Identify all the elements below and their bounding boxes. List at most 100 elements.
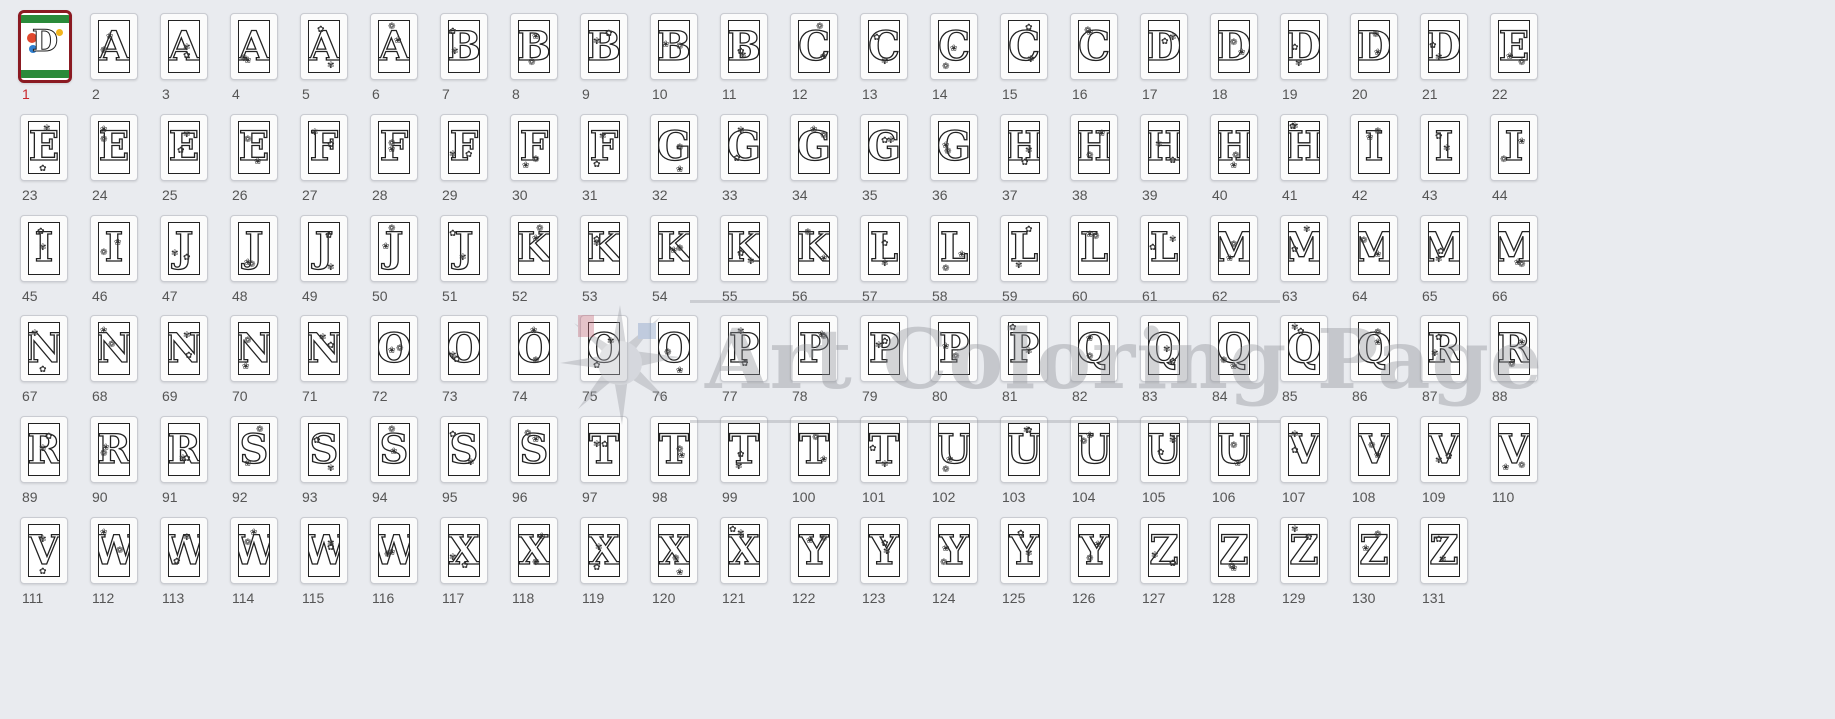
page-thumbnail[interactable]: X ✿ ✾ xyxy=(440,517,488,584)
page-thumbnail[interactable]: P ❁ ❀ xyxy=(930,315,978,383)
page-thumbnail[interactable]: Q ✾ ✿ xyxy=(1140,315,1188,383)
page-thumbnail[interactable]: H❀❁ xyxy=(1070,113,1118,181)
page-thumbnail[interactable]: L ✿ ✾ xyxy=(1140,214,1188,282)
page-thumbnail[interactable]: B ✾ ✿ xyxy=(440,13,488,80)
page-thumbnail[interactable]: L ❀ ❁ xyxy=(930,214,978,282)
page-thumbnail[interactable]: X ❀ ❁ xyxy=(510,517,558,584)
page-thumbnail[interactable]: O ✾ ✿ xyxy=(580,315,628,383)
page-thumbnail[interactable]: B ❀ ❁ xyxy=(650,13,698,80)
page-thumbnail[interactable]: N✾✿ xyxy=(300,315,348,383)
page-thumbnail[interactable]: V ✾ ✿ xyxy=(1280,416,1328,484)
page-thumbnail[interactable]: Z ✾ ✿ xyxy=(1420,517,1468,584)
page-thumbnail[interactable]: P ❀ ❁ xyxy=(790,315,838,383)
page-thumbnail[interactable]: U ❀ ❁ xyxy=(930,416,978,484)
page-thumbnail[interactable]: W✾✿ xyxy=(300,517,348,584)
page-thumbnail[interactable]: H✿✾ xyxy=(1000,113,1048,181)
page-thumbnail[interactable]: Z ✿ ✾ xyxy=(1280,517,1328,584)
page-thumbnail[interactable]: D ✾ ✿ xyxy=(1280,13,1328,80)
page-thumbnail[interactable]: C ❁ ❀ xyxy=(790,13,838,80)
page-thumbnail[interactable]: A ❀ ❁ xyxy=(90,13,138,80)
page-thumbnail[interactable]: Q ❁ ❀ xyxy=(1210,315,1258,383)
page-thumbnail[interactable]: F ❀ ❁ xyxy=(510,113,558,181)
page-thumbnail[interactable]: V ✿ ✾ xyxy=(1420,416,1468,484)
page-thumbnail[interactable]: D ❀ ❁ xyxy=(1210,13,1258,80)
page-thumbnail[interactable]: Y ❁ ❀ xyxy=(930,517,978,584)
page-thumbnail[interactable]: B ✿ ✾ xyxy=(580,13,628,80)
page-thumbnail[interactable]: O ✿ ✾ xyxy=(440,315,488,383)
page-thumbnail[interactable]: Y ❀ ❁ xyxy=(790,517,838,584)
page-thumbnail[interactable]: Z ❁ ❀ xyxy=(1210,517,1258,584)
page-thumbnail[interactable]: O ❁ ❀ xyxy=(650,315,698,383)
page-thumbnail[interactable]: R ✾ ✿ xyxy=(160,416,208,484)
cover-page-thumbnail[interactable]: D xyxy=(18,10,72,83)
page-thumbnail[interactable]: H✾✿ xyxy=(1140,113,1188,181)
page-thumbnail[interactable]: G ❁ ❀ xyxy=(650,113,698,181)
page-thumbnail[interactable]: N✾✿ xyxy=(20,315,68,383)
page-thumbnail[interactable]: S ❁ ❀ xyxy=(230,416,278,484)
page-thumbnail[interactable]: E ✿ ✾ xyxy=(160,113,208,181)
page-thumbnail[interactable]: H✿✾ xyxy=(1280,113,1328,181)
page-thumbnail[interactable]: L ❁ ❀ xyxy=(1070,214,1118,282)
page-thumbnail[interactable]: U ✿ ✾ xyxy=(1140,416,1188,484)
page-thumbnail[interactable]: W✿✾ xyxy=(160,517,208,584)
page-thumbnail[interactable]: J ❀ ❁ xyxy=(370,214,418,282)
page-thumbnail[interactable]: J ✾ ✿ xyxy=(440,214,488,282)
page-thumbnail[interactable]: S ✾ ✿ xyxy=(440,416,488,484)
page-thumbnail[interactable]: P ✿ ✾ xyxy=(720,315,768,383)
page-thumbnail[interactable]: G ✾ ✿ xyxy=(860,113,908,181)
page-thumbnail[interactable]: Q ✿ ✾ xyxy=(1280,315,1328,383)
page-thumbnail[interactable]: M❁❀ xyxy=(1350,214,1398,282)
page-thumbnail[interactable]: A ✾ ✿ xyxy=(160,13,208,80)
page-thumbnail[interactable]: F ✿ ✾ xyxy=(440,113,488,181)
page-thumbnail[interactable]: L ✿ ✾ xyxy=(860,214,908,282)
page-thumbnail[interactable]: C ✾ ✿ xyxy=(1000,13,1048,80)
page-thumbnail[interactable]: K ❁ ❀ xyxy=(790,214,838,282)
page-thumbnail[interactable]: B ✾ ✿ xyxy=(720,13,768,80)
page-thumbnail[interactable]: S ❁ ❀ xyxy=(510,416,558,484)
page-thumbnail[interactable]: K ❁ ❀ xyxy=(510,214,558,282)
page-thumbnail[interactable]: I ❁ ❀ xyxy=(1490,113,1538,181)
page-thumbnail[interactable]: X ✿ ✾ xyxy=(720,517,768,584)
page-thumbnail[interactable]: Z ✾ ✿ xyxy=(1140,517,1188,584)
page-thumbnail[interactable]: I ❀ ❁ xyxy=(1350,113,1398,181)
page-thumbnail[interactable]: V ❁ ❀ xyxy=(1350,416,1398,484)
page-thumbnail[interactable]: T ❁ ❀ xyxy=(790,416,838,484)
page-thumbnail[interactable]: Y ✾ ✿ xyxy=(860,517,908,584)
page-thumbnail[interactable]: U ❁ ❀ xyxy=(1070,416,1118,484)
page-thumbnail[interactable]: K ✾ ✿ xyxy=(720,214,768,282)
page-thumbnail[interactable]: B ❁ ❀ xyxy=(510,13,558,80)
page-thumbnail[interactable]: I ✾ ✿ xyxy=(1420,113,1468,181)
page-thumbnail[interactable]: F ✾ ✿ xyxy=(580,113,628,181)
page-thumbnail[interactable]: A ❁ ❀ xyxy=(230,13,278,80)
page-thumbnail[interactable]: Y ✿ ✾ xyxy=(1000,517,1048,584)
page-thumbnail[interactable]: Z ❀ ❁ xyxy=(1350,517,1398,584)
page-thumbnail[interactable]: O ❀ ❁ xyxy=(510,315,558,383)
page-thumbnail[interactable]: M❀❁ xyxy=(1210,214,1258,282)
page-thumbnail[interactable]: D ✿ ✾ xyxy=(1140,13,1188,80)
page-thumbnail[interactable]: G ✿ ✾ xyxy=(720,113,768,181)
page-thumbnail[interactable]: R ✾ ✿ xyxy=(1420,315,1468,383)
page-thumbnail[interactable]: M❀❁ xyxy=(1490,214,1538,282)
page-thumbnail[interactable]: W❁❀ xyxy=(370,517,418,584)
page-thumbnail[interactable]: Q ❀ ❁ xyxy=(1070,315,1118,383)
page-thumbnail[interactable]: M✿✾ xyxy=(1420,214,1468,282)
page-thumbnail[interactable]: P ✿ ✾ xyxy=(1000,315,1048,383)
page-thumbnail[interactable]: U ❀ ❁ xyxy=(1210,416,1258,484)
page-thumbnail[interactable]: S ✿ ✾ xyxy=(300,416,348,484)
page-thumbnail[interactable]: Q ❀ ❁ xyxy=(1350,315,1398,383)
page-thumbnail[interactable]: I ❀ ❁ xyxy=(90,214,138,282)
page-thumbnail[interactable]: E ❀ ❁ xyxy=(1490,13,1538,80)
page-thumbnail[interactable]: R ✿ ✾ xyxy=(20,416,68,484)
page-thumbnail[interactable]: C ✿ ✾ xyxy=(860,13,908,80)
page-thumbnail[interactable]: C ❀ ❁ xyxy=(930,13,978,80)
page-thumbnail[interactable]: D ✿ ✾ xyxy=(1420,13,1468,80)
page-thumbnail[interactable]: W❁❀ xyxy=(90,517,138,584)
page-thumbnail[interactable]: A ✿ ✾ xyxy=(300,13,348,80)
page-thumbnail[interactable]: X ✾ ✿ xyxy=(580,517,628,584)
page-thumbnail[interactable]: K ✿ ✾ xyxy=(580,214,628,282)
page-thumbnail[interactable]: T ✿ ✾ xyxy=(580,416,628,484)
page-thumbnail[interactable]: J ❁ ❀ xyxy=(230,214,278,282)
page-thumbnail[interactable]: P ✾ ✿ xyxy=(860,315,908,383)
page-thumbnail[interactable]: J ✾ ✿ xyxy=(160,214,208,282)
page-thumbnail[interactable]: C ❁ ❀ xyxy=(1070,13,1118,80)
